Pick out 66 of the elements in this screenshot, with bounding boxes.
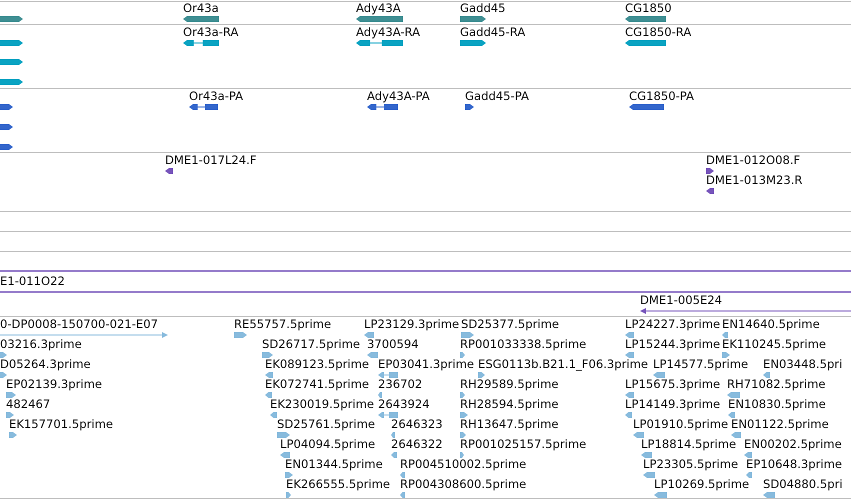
feature-label: DME1-013M23.R [706,173,802,187]
feature-label: RP001033338.5prime [460,337,586,351]
feature-label: LP10269.5prime [654,477,750,491]
feature-label: RH29589.5prime [460,377,558,391]
feature-label: SD25377.5prime [461,317,560,331]
feature-label: LP01910.5prime [633,417,728,431]
feature-label: LP14149.3prime [625,397,720,411]
feature-label: LP15244.3prime [625,337,720,351]
feature-label: EP10648.3prime [746,457,842,471]
feature-label: EK089123.5prime [265,357,370,371]
feature-label: CG1850-PA [629,89,694,103]
feature-label: Or43a [183,1,219,15]
feature-label: 03216.3prime [0,337,82,351]
feature-label: RH71082.5prime [727,377,826,391]
feature-label: RP004510002.5prime [400,457,526,471]
feature-label: RE55757.5prime [234,317,332,331]
feature-label: EP02139.3prime [6,377,102,391]
feature-label: RP004308600.5prime [400,477,526,491]
feature-label: EK110245.5prime [722,337,826,351]
feature-label: 236702 [378,377,422,391]
feature-label: DME1-005E24 [640,293,722,307]
feature-label: LP23305.5prime [643,457,738,471]
feature-label: Gadd45-RA [460,25,526,39]
feature-label: EN00202.5prime [744,437,842,451]
feature-label: EP03041.3prime [378,357,474,371]
feature-label: 482467 [6,397,50,411]
feature-label: SD25761.5prime [277,417,376,431]
feature-label: RP001025157.5prime [460,437,586,451]
feature-label: SD04880.5pri [763,477,843,491]
feature-label: LP15675.3prime [625,377,720,391]
feature-label: EK266555.5prime [286,477,390,491]
feature-label: RH28594.5prime [460,397,558,411]
feature-label: LP23129.3prime [364,317,460,331]
feature-label: LP14577.5prime [653,357,748,371]
feature-label: EK072741.5prime [265,377,370,391]
feature-label: DME1-017L24.F [165,153,257,167]
feature-label: 3700594 [367,337,419,351]
feature-label: EN14640.5prime [722,317,820,331]
feature-label: EK157701.5prime [9,417,114,431]
feature-label: 2646322 [391,437,443,451]
feature-label: CG1850-RA [625,25,692,39]
feature-label: EN01122.5prime [731,417,829,431]
feature-label: Or43a-PA [189,89,244,103]
feature-label: 0-DP0008-150700-021-E07 [0,317,158,331]
feature-label: ESG0113b.B21.1_F06.3prime [478,357,648,371]
feature-label: EN03448.5pri [763,357,842,371]
feature-label: LP24227.3prime [625,317,720,331]
feature-label: Ady43A-PA [367,89,430,103]
feature-label: 2646323 [391,417,443,431]
feature-label: CG1850 [625,1,672,15]
feature-label: RH13647.5prime [460,417,558,431]
feature-label: 2643924 [378,397,430,411]
feature-label: EK230019.5prime [270,397,374,411]
feature-label: EN01344.5prime [285,457,383,471]
feature-label: LP04094.5prime [280,437,376,451]
feature-label: Ady43A [356,1,401,15]
feature-label: Gadd45 [460,1,506,15]
feature-label: DME1-012O08.F [706,153,800,167]
feature-label: Or43a-RA [183,25,238,39]
feature-label: EN10830.5prime [728,397,826,411]
feature-label: D05264.3prime [0,357,91,371]
feature-label: E1-011O22 [0,274,65,288]
feature-label: Gadd45-PA [465,89,529,103]
feature-label: LP18814.5prime [641,437,736,451]
feature-label: SD26717.5prime [262,337,360,351]
feature-label: Ady43A-RA [356,25,420,39]
